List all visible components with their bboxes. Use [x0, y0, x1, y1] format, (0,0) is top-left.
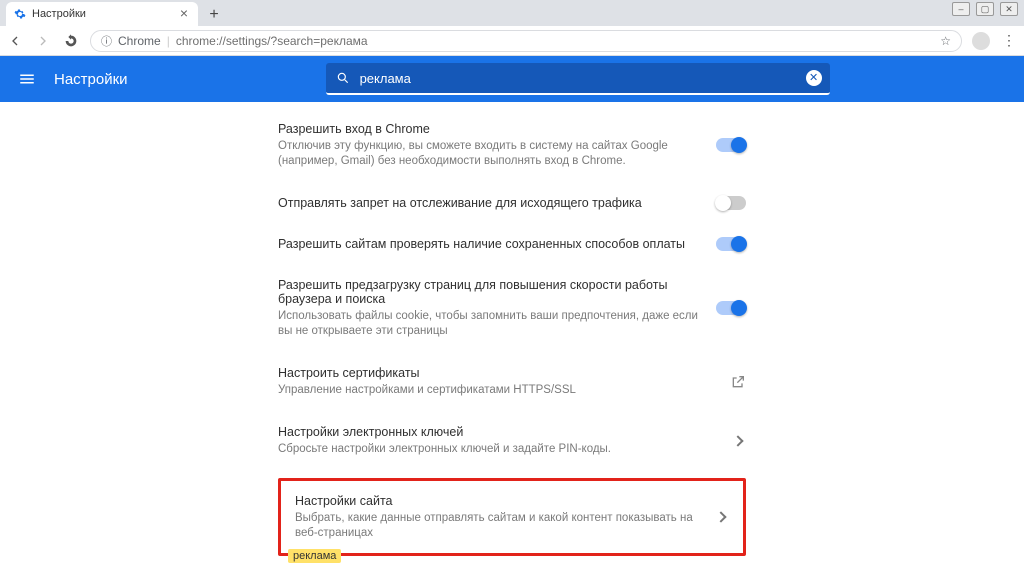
search-match-tooltip: реклама	[288, 549, 341, 563]
settings-content: Разрешить вход в Chrome Отключив эту фун…	[0, 102, 1024, 576]
tab-title: Настройки	[32, 8, 86, 20]
url-prefix: Chrome	[118, 34, 161, 48]
settings-card: Разрешить вход в Chrome Отключив эту фун…	[260, 102, 764, 576]
row-security-keys[interactable]: Настройки электронных ключей Сбросьте на…	[278, 411, 746, 470]
new-tab-button[interactable]: +	[204, 6, 224, 26]
window-close-icon[interactable]: ✕	[1000, 2, 1018, 16]
toggle-chrome-signin[interactable]	[716, 138, 746, 152]
browser-toolbar: ⓘ Chrome | chrome://settings/?search=рек…	[0, 26, 1024, 56]
row-preload: Разрешить предзагрузку страниц для повыш…	[278, 264, 746, 352]
tab-close-icon[interactable]: ×	[178, 8, 190, 20]
reload-button[interactable]	[62, 32, 80, 50]
chevron-right-icon	[732, 435, 743, 446]
row-title: Отправлять запрет на отслеживание для ис…	[278, 196, 704, 210]
menu-icon[interactable]	[18, 70, 36, 88]
row-desc: Отключив эту функцию, вы сможете входить…	[278, 139, 704, 169]
settings-search-input[interactable]: реклама ✕	[326, 63, 830, 95]
toggle-preload[interactable]	[716, 301, 746, 315]
row-do-not-track: Отправлять запрет на отслеживание для ис…	[278, 182, 746, 223]
browser-menu-icon[interactable]: ⋮	[1000, 32, 1018, 50]
row-title: Настройки сайта	[295, 494, 705, 508]
row-payment-check: Разрешить сайтам проверять наличие сохра…	[278, 223, 746, 264]
row-clear-history[interactable]: реклама рию Удалить файлы cookie и данны…	[278, 556, 746, 576]
row-site-settings[interactable]: Настройки сайта Выбрать, какие данные от…	[295, 489, 729, 545]
external-link-icon	[730, 374, 746, 390]
settings-title: Настройки	[54, 71, 128, 88]
profile-avatar[interactable]	[972, 32, 990, 50]
row-certificates[interactable]: Настроить сертификаты Управление настрой…	[278, 352, 746, 411]
chevron-right-icon	[715, 511, 726, 522]
window-minimize-icon[interactable]: –	[952, 2, 970, 16]
url-text: chrome://settings/?search=реклама	[176, 34, 368, 48]
gear-icon	[14, 8, 26, 20]
row-desc: Управление настройками и сертификатами H…	[278, 383, 718, 398]
back-button[interactable]	[6, 32, 24, 50]
row-title: Настройки электронных ключей	[278, 425, 722, 439]
toggle-do-not-track[interactable]	[716, 196, 746, 210]
window-maximize-icon[interactable]: ▢	[976, 2, 994, 16]
toggle-payment-check[interactable]	[716, 237, 746, 251]
clear-search-icon[interactable]: ✕	[806, 70, 822, 86]
search-icon	[336, 71, 350, 85]
row-desc: Сбросьте настройки электронных ключей и …	[278, 442, 722, 457]
site-info-icon[interactable]: ⓘ	[101, 33, 112, 49]
address-bar[interactable]: ⓘ Chrome | chrome://settings/?search=рек…	[90, 30, 962, 52]
search-value: реклама	[360, 71, 411, 86]
row-title: Настроить сертификаты	[278, 366, 718, 380]
row-title: Разрешить сайтам проверять наличие сохра…	[278, 237, 704, 251]
row-title: Разрешить вход в Chrome	[278, 122, 704, 136]
row-chrome-signin: Разрешить вход в Chrome Отключив эту фун…	[278, 108, 746, 182]
bookmark-star-icon[interactable]: ☆	[940, 34, 951, 48]
highlighted-site-settings: Настройки сайта Выбрать, какие данные от…	[278, 478, 746, 556]
row-desc: Использовать файлы cookie, чтобы запомни…	[278, 309, 704, 339]
row-title: рию	[278, 573, 722, 576]
browser-tab-settings[interactable]: Настройки ×	[6, 2, 198, 26]
settings-header: Настройки реклама ✕	[0, 56, 1024, 102]
row-title: Разрешить предзагрузку страниц для повыш…	[278, 278, 704, 306]
forward-button[interactable]	[34, 32, 52, 50]
row-desc: Выбрать, какие данные отправлять сайтам …	[295, 511, 705, 541]
browser-tab-strip: Настройки × +	[0, 0, 1024, 26]
